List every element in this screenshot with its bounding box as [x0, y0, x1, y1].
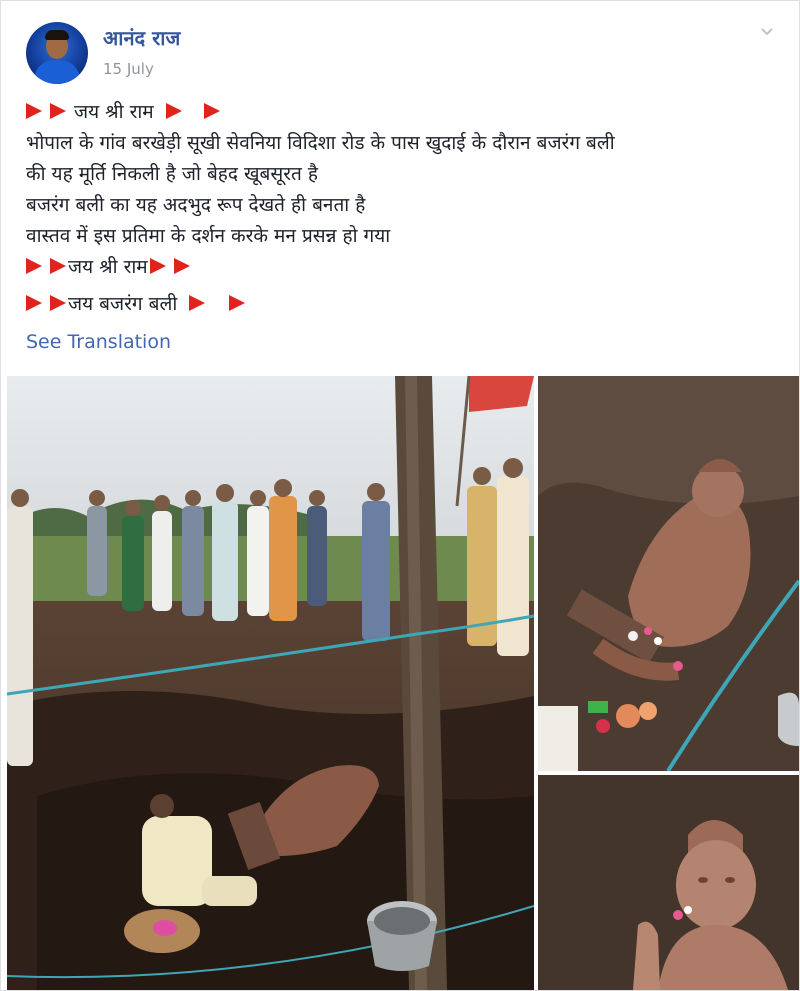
text-line-content: जय बजरंग बली [68, 293, 178, 315]
red-flag-icon [173, 257, 190, 274]
red-flag-icon [165, 102, 182, 119]
red-flag-icon [26, 257, 42, 274]
text-line: भोपाल के गांव बरखेड़ी सूखी सेवनिया विदिश… [26, 132, 615, 154]
chevron-down-icon[interactable] [759, 23, 775, 39]
photo-idol-face[interactable] [538, 775, 799, 990]
red-flag-icon [50, 294, 66, 311]
text-line: जय श्री राम [26, 252, 776, 283]
post-text: जय श्री राम भोपाल के गांव बरखेड़ी सूखी स… [26, 97, 776, 320]
post-date[interactable]: 15 July [103, 60, 154, 78]
text-line-content: जय श्री राम [68, 256, 148, 278]
red-flag-icon [50, 257, 66, 274]
red-flag-icon [203, 102, 220, 119]
red-flag-icon [189, 294, 206, 311]
red-flag-icon [26, 294, 42, 311]
red-flag-icon [229, 294, 246, 311]
text-line: बजरंग बली का यह अदभुद रूप देखते ही बनता … [26, 194, 366, 216]
author-name[interactable]: आनंद राज [103, 24, 180, 51]
photo-excavation-scene[interactable] [7, 376, 534, 990]
red-flag-icon [26, 102, 42, 119]
see-translation-link[interactable]: See Translation [26, 331, 171, 353]
text-line: की यह मूर्ति निकली है जो बेहद खूबसूरत है [26, 163, 318, 185]
text-line: वास्तव में इस प्रतिमा के दर्शन करके मन प… [26, 225, 391, 247]
red-flag-icon [50, 102, 66, 119]
facebook-post: आनंद राज 15 July जय श्री राम भोपाल के गा… [0, 0, 800, 991]
photo-grid [1, 376, 799, 990]
text-line: जय श्री राम [26, 97, 776, 128]
red-flag-icon [149, 257, 166, 274]
photo-idol-closeup[interactable] [538, 376, 799, 771]
text-line: जय बजरंग बली [26, 289, 776, 320]
text-line-content: जय श्री राम [74, 101, 154, 123]
avatar[interactable] [26, 22, 88, 84]
